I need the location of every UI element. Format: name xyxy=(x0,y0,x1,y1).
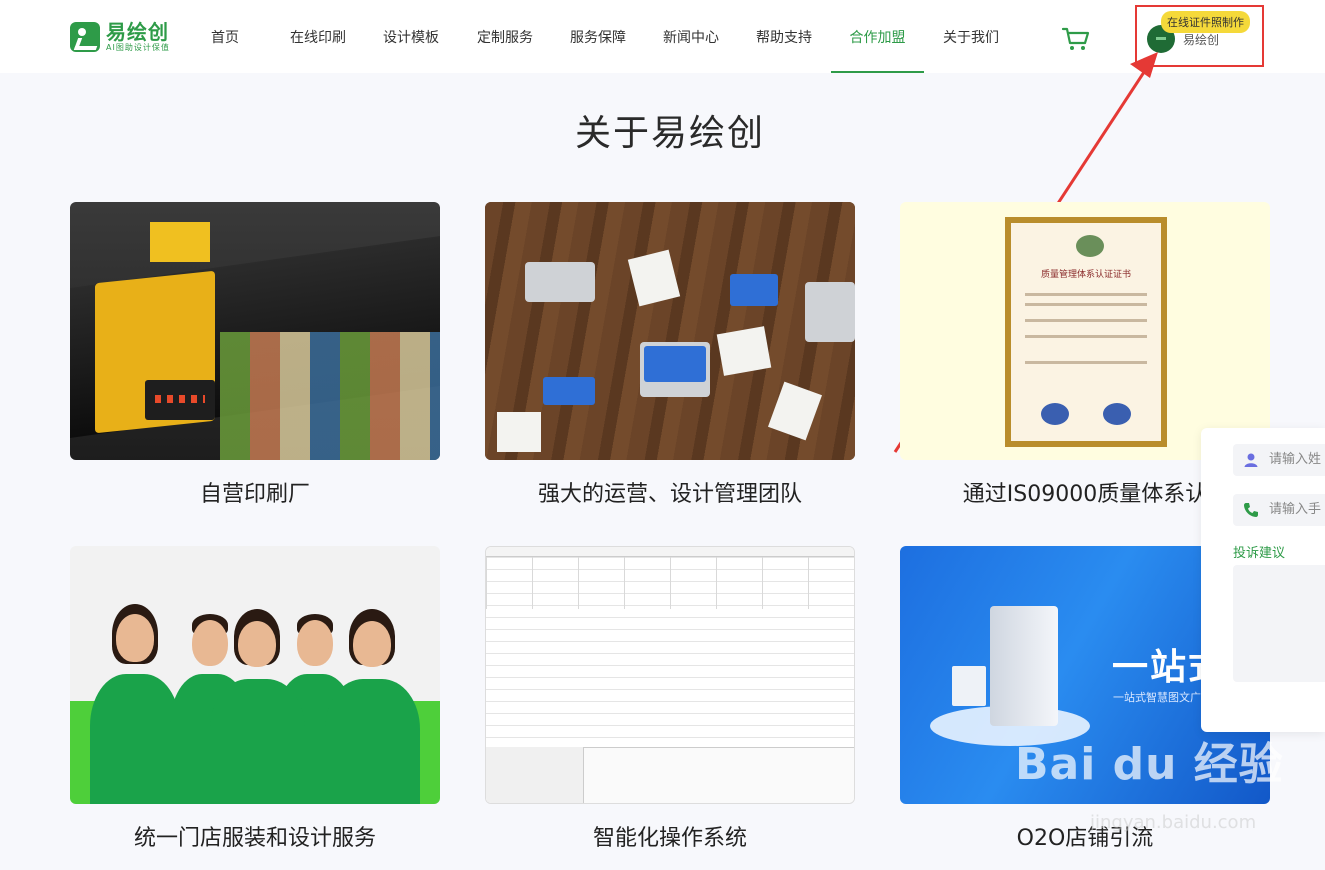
card-label-print-factory: 自营印刷厂 xyxy=(199,482,310,507)
certificate-image: 质量管理体系认证证书 xyxy=(900,202,1270,460)
feedback-textarea[interactable] xyxy=(1233,565,1325,682)
card-team[interactable] xyxy=(485,202,855,460)
user-icon xyxy=(1244,453,1258,467)
software-screenshot-image xyxy=(485,546,855,804)
user-name[interactable]: 易绘创 xyxy=(1183,31,1219,48)
card-print-factory[interactable] xyxy=(70,202,440,460)
phone-icon xyxy=(1244,503,1258,517)
top-header: 易绘创 AI图助设计保值 首页 在线印刷 设计模板 定制服务 服务保障 新闻中心… xyxy=(0,0,1325,73)
nav-item-templates[interactable]: 设计模板 xyxy=(382,0,440,73)
nav-item-news[interactable]: 新闻中心 xyxy=(662,0,720,73)
nav-item-home[interactable]: 首页 xyxy=(210,0,240,73)
staff-uniform-image xyxy=(70,546,440,804)
brand-name: 易绘创 xyxy=(106,20,169,44)
certificate-title: 质量管理体系认证证书 xyxy=(1040,270,1131,280)
name-input[interactable]: 请输入姓 xyxy=(1233,444,1325,476)
baidu-watermark-url: jingyan.baidu.com xyxy=(1090,812,1257,833)
contact-float-panel: 请输入姓 请输入手 投诉建议 xyxy=(1201,428,1325,732)
nav-item-online-print[interactable]: 在线印刷 xyxy=(289,0,347,73)
card-label-smart-system: 智能化操作系统 xyxy=(592,826,747,851)
phone-input-placeholder: 请输入手 xyxy=(1269,502,1322,517)
brand-tagline: AI图助设计保值 xyxy=(106,43,170,52)
name-input-placeholder: 请输入姓 xyxy=(1269,452,1322,467)
nav-item-custom[interactable]: 定制服务 xyxy=(476,0,534,73)
nav-item-service[interactable]: 服务保障 xyxy=(569,0,627,73)
logo-icon xyxy=(70,22,100,52)
nav-item-about[interactable]: 关于我们 xyxy=(942,0,1000,73)
user-menu-highlight[interactable]: 易绘创 在线证件照制作 xyxy=(1135,5,1264,67)
card-uniform[interactable] xyxy=(70,546,440,804)
o2o-subtitle: 一站式智慧图文广告 xyxy=(1113,691,1212,704)
section-title: 关于易绘创 xyxy=(574,113,765,154)
cart-icon[interactable] xyxy=(1061,26,1091,52)
feedback-label: 投诉建议 xyxy=(1233,546,1286,561)
id-photo-badge[interactable]: 在线证件照制作 xyxy=(1161,11,1250,33)
card-smart-system[interactable] xyxy=(485,546,855,804)
nav-item-franchise[interactable]: 合作加盟 xyxy=(831,0,924,73)
card-iso-cert[interactable]: 质量管理体系认证证书 xyxy=(900,202,1270,460)
printer-image xyxy=(70,202,440,460)
card-label-uniform: 统一门店服装和设计服务 xyxy=(133,826,376,851)
baidu-watermark: Bai du 经验 xyxy=(1015,739,1284,790)
team-meeting-image xyxy=(485,202,855,460)
phone-input[interactable]: 请输入手 xyxy=(1233,494,1325,526)
nav-item-help[interactable]: 帮助支持 xyxy=(755,0,813,73)
brand-logo[interactable]: 易绘创 AI图助设计保值 xyxy=(70,22,170,52)
card-label-team: 强大的运营、设计管理团队 xyxy=(537,482,802,507)
